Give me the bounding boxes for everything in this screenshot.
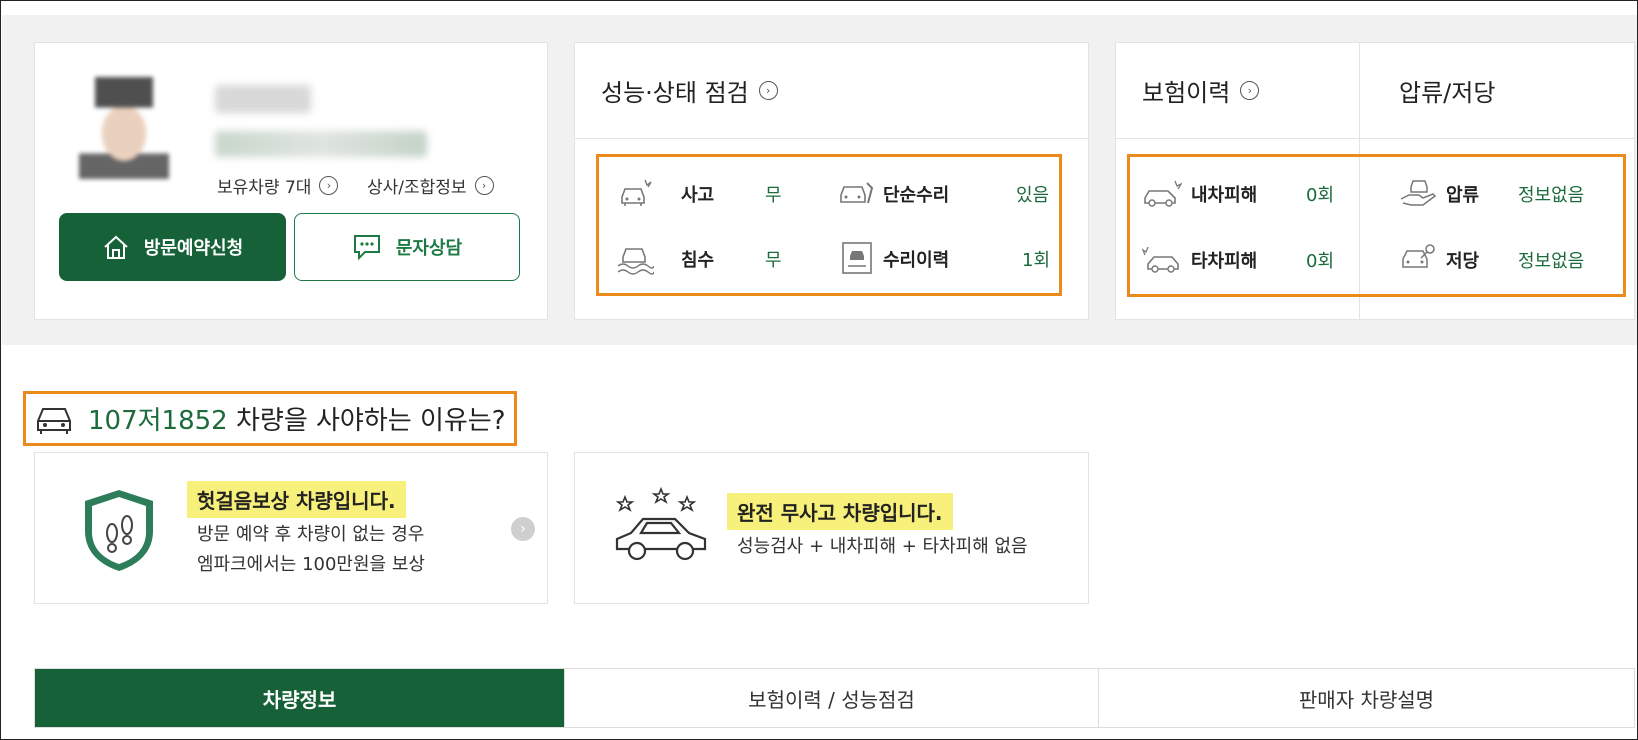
owned-cars-label: 보유차량 7대 <box>217 178 312 198</box>
insurance-seizure-card: 보험이력 › 압류/저당 내차피해 0회 타차피해 0회 압류 정보없음 저당 … <box>1115 42 1635 321</box>
insurance-title: 보험이력 <box>1142 79 1231 107</box>
insurance-highlight-box <box>1127 154 1626 297</box>
seizure-value: 정보없음 <box>1518 185 1585 206</box>
seller-phone-redacted <box>215 131 427 157</box>
mortgage-car-icon <box>1398 238 1438 278</box>
reason-card-no-accident: 완전 무사고 차량입니다. 성능검사 + 내차피해 + 타차피해 없음 <box>574 452 1089 604</box>
tab-seller-description[interactable]: 판매자 차량설명 <box>1099 669 1634 727</box>
sms-consult-label: 문자상담 <box>395 238 463 259</box>
tab-vehicle-info[interactable]: 차량정보 <box>35 669 565 727</box>
simple-repair-value: 있음 <box>1016 185 1050 206</box>
accident-value: 무 <box>765 185 782 206</box>
car-icon <box>37 407 71 434</box>
chevron-right-icon: › <box>474 176 494 195</box>
repair-document-icon <box>837 238 877 278</box>
performance-check-card: 성능·상태 점검 › 사고 무 단순수리 있음 침수 무 수리이력 1회 <box>574 42 1089 320</box>
page-frame: 보유차량 7대 › 상사/조합정보 › 방문예약신청 문자상담 성능·상태 점검… <box>0 0 1638 740</box>
no-accident-headline: 완전 무사고 차량입니다. <box>727 493 953 530</box>
compensation-line2: 엠파크에서는 100만원을 보상 <box>197 554 425 575</box>
car-repair-icon <box>837 173 877 213</box>
other-car-damage-label: 타차피해 <box>1191 251 1258 272</box>
my-car-damage-label: 내차피해 <box>1191 185 1258 206</box>
seizure-hand-car-icon <box>1398 171 1438 211</box>
repair-history-value: 1회 <box>1022 250 1051 271</box>
insurance-title-link[interactable]: 보험이력 › <box>1142 43 1260 138</box>
compensation-headline: 헛걸음보상 차량입니다. <box>187 481 406 518</box>
other-car-damage-icon <box>1142 239 1182 279</box>
performance-title: 성능·상태 점검 <box>601 79 749 107</box>
compensation-line1: 방문 예약 후 차량이 없는 경우 <box>197 524 425 545</box>
visit-reservation-label: 방문예약신청 <box>143 238 244 259</box>
chat-bubble-icon <box>353 235 380 261</box>
car-accident-icon <box>615 173 655 213</box>
tab-insurance-performance-label: 보험이력 / 성능점검 <box>748 687 915 712</box>
seller-name-redacted <box>215 85 311 113</box>
simple-repair-label: 단순수리 <box>883 185 950 206</box>
house-icon <box>104 235 128 259</box>
reasons-title-suffix: 차량을 사야하는 이유는? <box>235 406 506 436</box>
tab-vehicle-info-label: 차량정보 <box>262 687 337 712</box>
mortgage-value: 정보없음 <box>1518 251 1585 272</box>
seizure-label: 압류 <box>1446 185 1480 206</box>
divider <box>1116 138 1634 139</box>
sms-consult-button[interactable]: 문자상담 <box>294 213 520 281</box>
visit-reservation-button[interactable]: 방문예약신청 <box>59 213 286 281</box>
seizure-title-text: 압류/저당 <box>1399 79 1496 107</box>
detail-tabs: 차량정보 보험이력 / 성능점검 판매자 차량설명 <box>34 668 1635 728</box>
tab-seller-description-label: 판매자 차량설명 <box>1298 687 1435 712</box>
mortgage-label: 저당 <box>1446 251 1480 272</box>
next-arrow-button[interactable]: › <box>511 517 535 541</box>
reasons-heading: 107저1852 차량을 사야하는 이유는? <box>23 391 517 446</box>
seller-card: 보유차량 7대 › 상사/조합정보 › 방문예약신청 문자상담 <box>34 42 548 320</box>
chevron-right-icon: › <box>758 81 778 100</box>
star-car-icon <box>615 487 707 561</box>
my-car-damage-icon <box>1142 173 1182 213</box>
accident-label: 사고 <box>681 185 715 206</box>
divider <box>575 138 1088 139</box>
reason-card-compensation: 헛걸음보상 차량입니다. 방문 예약 후 차량이 없는 경우 엠파크에서는 10… <box>34 452 548 604</box>
seller-avatar <box>79 77 169 179</box>
seizure-title: 압류/저당 <box>1399 43 1495 138</box>
company-info-link[interactable]: 상사/조합정보 › <box>367 173 494 198</box>
my-car-damage-value: 0회 <box>1306 185 1335 206</box>
flood-value: 무 <box>765 250 782 271</box>
chevron-right-icon: › <box>319 176 339 195</box>
car-flood-icon <box>615 238 655 278</box>
flood-label: 침수 <box>681 250 715 271</box>
performance-highlight-box <box>596 154 1062 296</box>
plate-number: 107저1852 <box>88 406 228 436</box>
company-info-label: 상사/조합정보 <box>367 178 467 198</box>
footprint-shield-icon <box>85 490 153 571</box>
chevron-right-icon: › <box>1240 81 1260 100</box>
tab-insurance-performance[interactable]: 보험이력 / 성능점검 <box>565 669 1099 727</box>
other-car-damage-value: 0회 <box>1306 251 1335 272</box>
no-accident-line1: 성능검사 + 내차피해 + 타차피해 없음 <box>737 536 1028 557</box>
owned-cars-link[interactable]: 보유차량 7대 › <box>217 173 339 198</box>
repair-history-label: 수리이력 <box>883 250 950 271</box>
performance-title-link[interactable]: 성능·상태 점검 › <box>601 43 778 138</box>
